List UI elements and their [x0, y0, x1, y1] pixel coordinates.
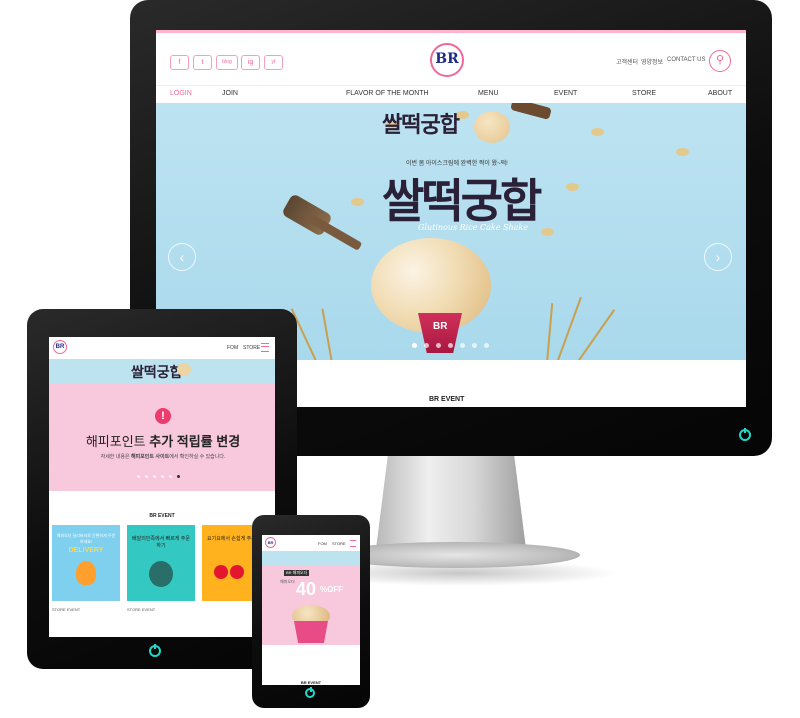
slide-dot[interactable] [137, 475, 140, 478]
facebook-icon[interactable]: f [170, 55, 189, 70]
card-badge: DELIVERY [68, 547, 104, 554]
event-card-delivery[interactable]: 해피오더 딜리버리로 간편하게 주문하세요! DELIVERY [52, 525, 120, 601]
tablet-nav-fom[interactable]: FOM [227, 345, 238, 351]
menu-icon[interactable] [261, 343, 269, 352]
slide-dot[interactable] [424, 343, 429, 348]
power-icon[interactable] [739, 428, 751, 441]
util-link-contact[interactable]: CONTACT US [667, 57, 705, 63]
wheat-stalk [321, 308, 333, 360]
search-icon[interactable]: ⚲ [709, 50, 731, 72]
alert-icon: ! [155, 408, 171, 424]
site-header: f t blog ig yt BR 고객센터 영양정보 CONTACT US ⚲ [156, 30, 746, 85]
event-card-baemin[interactable]: 배달의민족에서 빠르게 주문하기 [127, 525, 195, 601]
nav-join[interactable]: JOIN [222, 90, 238, 97]
hero-small-title: 쌀떡궁합 [382, 113, 460, 138]
nav-store[interactable]: STORE [632, 90, 656, 97]
yogiyo-logo-icon [214, 565, 228, 579]
card-text: 해피오더 딜리버리로 간편하게 주문하세요! [56, 533, 116, 544]
card-text: 배달의민족에서 빠르게 주문하기 [132, 536, 190, 549]
wheat-stalk [576, 309, 616, 360]
phone-nav-store[interactable]: STORE [332, 541, 346, 546]
util-link-customer[interactable]: 고객센터 [616, 57, 638, 66]
tablet-banner-title: 쌀떡궁합 [131, 364, 183, 380]
wheat-stalk [556, 296, 582, 360]
promo-text: 해피오더 [280, 579, 295, 584]
phone-nav-fom[interactable]: FOM [318, 541, 327, 546]
notice-title-a: 해피포인트 [85, 434, 150, 449]
monitor-stand [376, 454, 526, 549]
hero-prev-arrow[interactable]: ‹ [168, 243, 196, 271]
cup-logo: BR [433, 321, 448, 332]
slide-dot[interactable] [145, 475, 148, 478]
nav-flavor-of-the-month[interactable]: FLAVOR OF THE MONTH [346, 90, 429, 97]
delivery-person-icon [76, 561, 96, 585]
menu-icon[interactable] [350, 540, 356, 547]
notice-desc-link[interactable]: 해피포인트 사이트 [131, 454, 169, 460]
phone-header: BR FOM STORE [262, 535, 360, 552]
promo-off: %OFF [320, 585, 344, 594]
phone-section-title: BR EVENT [300, 680, 322, 685]
br-logo[interactable]: BR [53, 340, 67, 354]
twitter-icon[interactable]: t [193, 55, 212, 70]
notice-title: 해피포인트 추가 적립률 변경 [63, 431, 263, 450]
slide-dot[interactable] [460, 343, 465, 348]
wheat-stalk [546, 303, 554, 360]
nav-menu[interactable]: MENU [478, 90, 499, 97]
slide-dot[interactable] [161, 475, 164, 478]
notice-title-b: 추가 적립률 변경 [149, 434, 241, 449]
util-link-nutrition[interactable]: 영양정보 [641, 57, 663, 66]
peanut-deco [541, 228, 554, 236]
tablet-notice-banner: ! 해피포인트 추가 적립률 변경 자세한 내용은 해피포인트 사이트에서 확인… [49, 383, 275, 491]
phone-promo-banner: BR 해피오더 해피오더 40 %OFF [262, 565, 360, 645]
phone-screen: BR FOM STORE BR 해피오더 해피오더 40 %OFF BR EVE… [262, 535, 360, 685]
section-title: BR EVENT [429, 396, 465, 403]
br-logo[interactable]: BR [430, 43, 464, 77]
slide-dot-active[interactable] [412, 343, 417, 348]
power-icon[interactable] [305, 687, 315, 698]
peanut-deco [566, 183, 579, 191]
power-icon[interactable] [149, 644, 161, 657]
slide-dot[interactable] [472, 343, 477, 348]
br-logo[interactable]: BR [265, 537, 276, 548]
card-caption: STORE EVENT [127, 607, 156, 612]
peanut-deco [351, 198, 364, 206]
tablet-header: BR FOM STORE [49, 337, 275, 360]
blog-icon[interactable]: blog [216, 55, 238, 70]
hero-next-arrow[interactable]: › [704, 243, 732, 271]
phone-device: BR FOM STORE BR 해피오더 해피오더 40 %OFF BR EVE… [252, 515, 370, 708]
tablet-mini-banner: 쌀떡궁합 [49, 359, 275, 383]
phone-mini-banner [262, 551, 360, 565]
hero-title: 쌀떡궁합 [382, 174, 542, 228]
notice-desc-c: 에서 확인하실 수 있습니다. [169, 454, 226, 460]
nav-event[interactable]: EVENT [554, 90, 577, 97]
slide-dot[interactable] [484, 343, 489, 348]
yogiyo-logo-icon [230, 565, 244, 579]
scooter-icon [149, 561, 173, 587]
slide-dot[interactable] [153, 475, 156, 478]
peanut-deco [676, 148, 689, 156]
slide-dot[interactable] [436, 343, 441, 348]
tablet-section-title: BR EVENT [149, 513, 175, 519]
slide-dot-active[interactable] [177, 475, 180, 478]
youtube-icon[interactable]: yt [264, 55, 283, 70]
tablet-screen: BR FOM STORE 쌀떡궁합 ! 해피포인트 추가 적립률 변경 자세한 … [49, 337, 275, 637]
promo-tag: BR 해피오더 [284, 570, 310, 576]
notice-desc-a: 자세한 내용은 [100, 454, 131, 460]
nav-login[interactable]: LOGIN [170, 90, 192, 97]
small-ice-cream-scoop [474, 111, 510, 143]
main-nav: LOGIN JOIN FLAVOR OF THE MONTH MENU EVEN… [156, 85, 746, 105]
slide-dot[interactable] [448, 343, 453, 348]
promo-percent: 40 [296, 579, 317, 599]
nav-about[interactable]: ABOUT [708, 90, 732, 97]
mini-scoop [177, 363, 191, 376]
slide-dot[interactable] [169, 475, 172, 478]
ice-cream-cup [294, 621, 328, 643]
notice-desc: 자세한 내용은 해피포인트 사이트에서 확인하실 수 있습니다. [63, 453, 263, 460]
mallet [510, 103, 552, 120]
peanut-deco [591, 128, 604, 136]
card-caption: STORE EVENT [52, 607, 81, 612]
hero-english: Glutinous Rice Cake Shake [418, 223, 528, 232]
tablet-nav-store[interactable]: STORE [243, 345, 260, 351]
instagram-icon[interactable]: ig [241, 55, 260, 70]
